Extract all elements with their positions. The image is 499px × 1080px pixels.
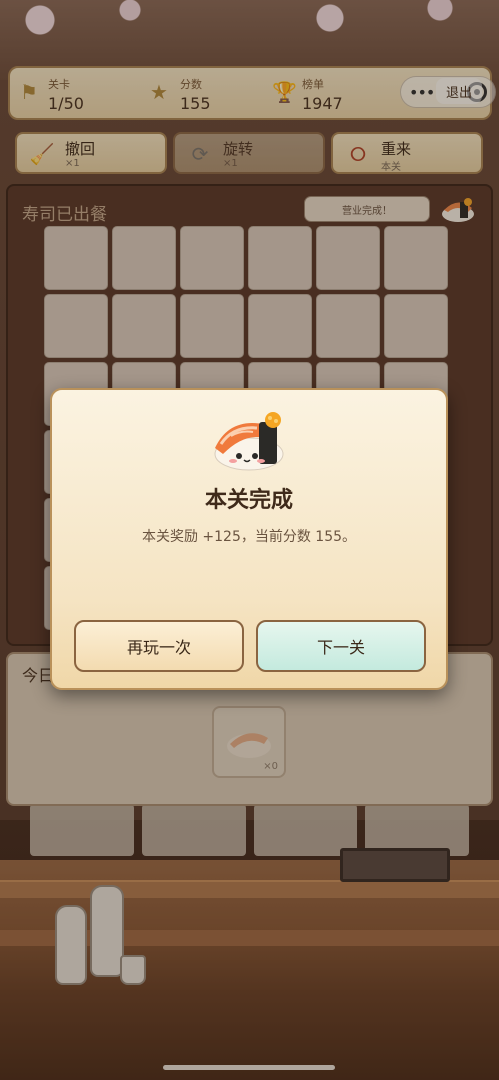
sushi-mascot-icon xyxy=(214,412,284,471)
dialog-title: 本关完成 xyxy=(204,488,293,513)
replay-button[interactable]: 再玩一次 xyxy=(74,620,244,672)
dialog-message: 本关奖励 +125，当前分数 155。 xyxy=(141,529,357,545)
level-complete-dialog: 本关完成 本关奖励 +125，当前分数 155。 再玩一次 下一关 xyxy=(50,388,448,690)
next-level-button[interactable]: 下一关 xyxy=(256,620,426,672)
